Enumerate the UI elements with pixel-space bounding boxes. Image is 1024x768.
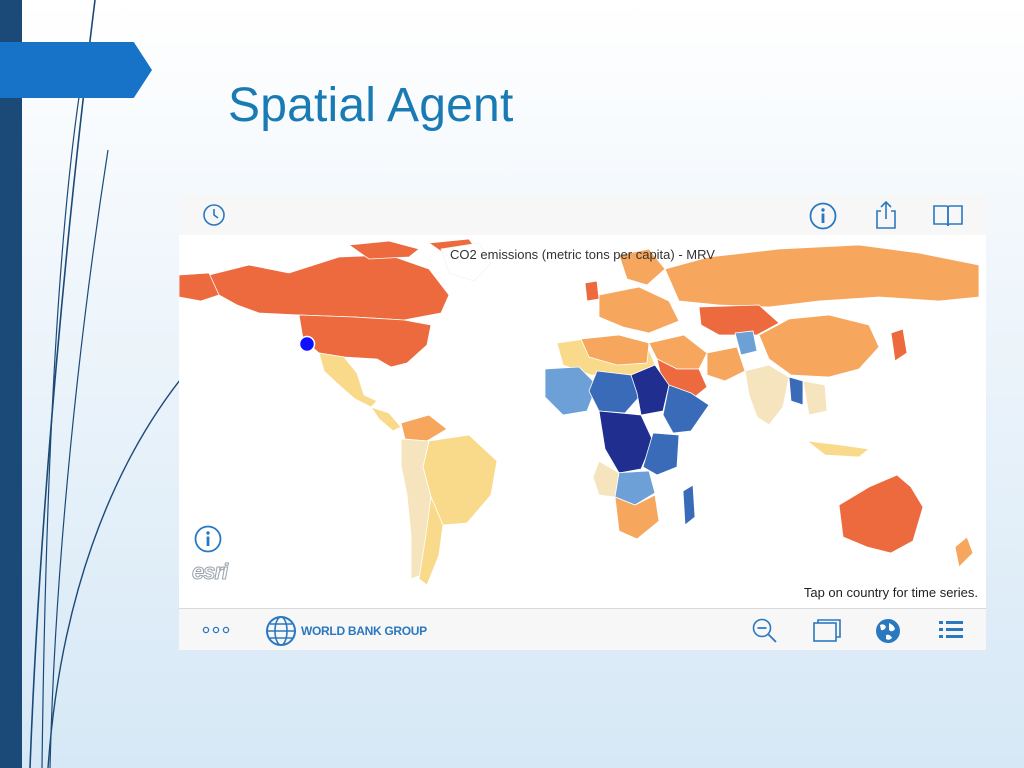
app-window: CO2 emissions (metric tons per capita) -… xyxy=(179,195,986,650)
map-region-usa xyxy=(298,314,432,368)
map-title: CO2 emissions (metric tons per capita) -… xyxy=(450,247,715,262)
clock-icon[interactable] xyxy=(201,202,227,228)
map-region-mexico xyxy=(318,352,378,408)
map-region-indonesia xyxy=(805,440,870,458)
map-view[interactable]: CO2 emissions (metric tons per capita) -… xyxy=(179,235,986,608)
map-region-venezuela xyxy=(400,414,448,442)
map-region-uk xyxy=(584,280,600,302)
world-bank-group-logo: WORLD BANK GROUP xyxy=(265,615,427,647)
map-region-japan xyxy=(890,328,908,362)
map-region-new-zealand xyxy=(954,536,974,568)
top-toolbar xyxy=(179,195,986,236)
map-region-southeast-asia xyxy=(802,380,828,416)
world-choropleth-map[interactable] xyxy=(179,235,986,608)
bottom-toolbar: WORLD BANK GROUP xyxy=(179,608,986,650)
book-icon[interactable] xyxy=(932,201,964,229)
map-region-middle-east xyxy=(648,334,708,370)
list-icon[interactable] xyxy=(937,617,965,645)
location-marker xyxy=(298,335,316,353)
layers-icon[interactable] xyxy=(812,618,842,644)
globe-icon[interactable] xyxy=(874,617,902,645)
title-tab-arrow xyxy=(0,42,152,98)
map-region-madagascar xyxy=(682,484,696,526)
world-bank-globe-icon xyxy=(266,616,296,646)
world-bank-group-text: WORLD BANK GROUP xyxy=(301,624,427,638)
map-hint-text: Tap on country for time series. xyxy=(803,585,978,600)
map-region-central-america xyxy=(370,406,402,432)
decorative-lines xyxy=(29,0,181,768)
zoom-out-icon[interactable] xyxy=(751,617,779,645)
map-region-canada xyxy=(208,254,450,321)
more-icon[interactable] xyxy=(201,623,231,637)
map-info-icon[interactable] xyxy=(193,524,223,554)
map-region-iran xyxy=(706,346,746,382)
map-region-western-europe xyxy=(598,286,680,334)
info-icon[interactable] xyxy=(808,201,838,231)
share-icon[interactable] xyxy=(873,199,899,231)
map-region-myanmar xyxy=(788,376,804,406)
map-region-australia xyxy=(838,474,924,554)
esri-logo: esri xyxy=(191,559,228,585)
map-region-horn-of-africa xyxy=(662,384,710,434)
map-region-india xyxy=(744,364,790,426)
slide-title: Spatial Agent xyxy=(228,79,514,132)
